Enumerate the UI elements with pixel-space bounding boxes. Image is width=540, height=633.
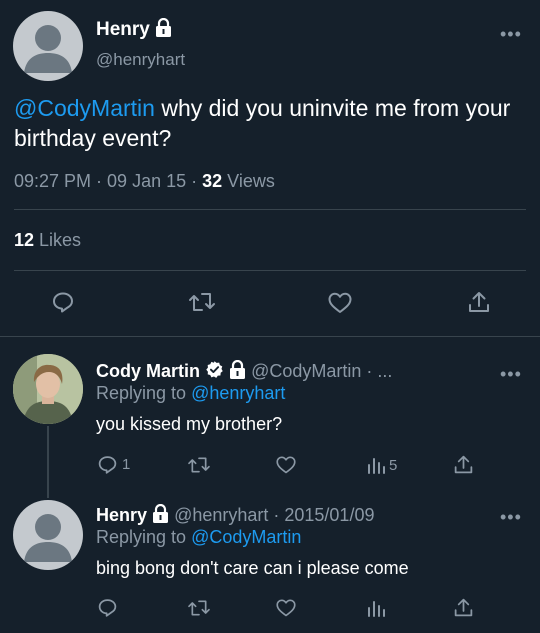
tweet-text: @CodyMartin why did you uninvite me from…: [14, 93, 530, 153]
divider: [14, 270, 526, 271]
author-row: Cody Martin @CodyMartin · ...: [96, 359, 392, 384]
more-icon[interactable]: •••: [500, 24, 522, 45]
reply-icon[interactable]: 1: [97, 454, 130, 475]
retweet-icon[interactable]: [188, 290, 216, 314]
replying-to: Replying to @CodyMartin: [96, 527, 301, 548]
share-icon[interactable]: [467, 290, 491, 314]
verified-icon: [205, 360, 224, 384]
share-icon[interactable]: [453, 597, 474, 618]
share-icon[interactable]: [453, 454, 474, 475]
author-row: Henry: [96, 17, 172, 43]
author-handle[interactable]: @CodyMartin · ...: [251, 361, 392, 381]
mention-link[interactable]: @henryhart: [191, 383, 285, 403]
like-icon[interactable]: [327, 291, 353, 315]
more-icon[interactable]: •••: [500, 364, 522, 385]
replying-prefix: Replying to: [96, 383, 192, 403]
more-icon[interactable]: •••: [500, 507, 522, 528]
avatar[interactable]: [13, 500, 83, 570]
likes-stat[interactable]: 12 Likes: [14, 230, 81, 251]
reply-icon[interactable]: [97, 597, 118, 618]
retweet-icon[interactable]: [187, 455, 211, 475]
like-icon[interactable]: [275, 598, 297, 618]
views-icon[interactable]: 5: [367, 455, 397, 475]
avatar[interactable]: [13, 354, 83, 424]
reply-icon[interactable]: [51, 290, 75, 314]
reply-count: 1: [122, 456, 131, 473]
mention-link[interactable]: @CodyMartin: [14, 95, 155, 121]
views-icon[interactable]: [367, 598, 385, 618]
views-count: 32: [202, 171, 223, 191]
tweet-text: bing bong don't care can i please come: [96, 558, 409, 578]
replying-to: Replying to @henryhart: [96, 383, 285, 404]
likes-label: Likes: [34, 230, 82, 250]
views-count: 5: [389, 456, 398, 474]
avatar[interactable]: [13, 11, 83, 81]
author-name[interactable]: Cody Martin: [96, 361, 200, 381]
author-name[interactable]: Henry: [96, 19, 150, 40]
divider: [14, 209, 526, 210]
author-name[interactable]: Henry: [96, 505, 147, 525]
retweet-icon[interactable]: [187, 598, 211, 618]
lock-icon: [229, 359, 246, 384]
likes-count: 12: [14, 230, 35, 250]
author-handle[interactable]: @henryhart: [96, 50, 185, 70]
author-handle[interactable]: @henryhart · 2015/01/09: [174, 505, 374, 525]
views-label: Views: [222, 171, 275, 191]
author-row: Henry @henryhart · 2015/01/09: [96, 503, 374, 528]
thread-connector: [47, 426, 49, 498]
lock-icon: [152, 503, 169, 528]
replying-prefix: Replying to: [96, 527, 192, 547]
tweet-meta: 09:27 PM · 09 Jan 15 · 32 Views: [14, 171, 275, 192]
mention-link[interactable]: @CodyMartin: [191, 527, 301, 547]
tweet-time[interactable]: 09:27 PM · 09 Jan 15 ·: [14, 171, 202, 191]
like-icon[interactable]: [275, 455, 297, 475]
divider: [0, 336, 540, 337]
lock-icon: [155, 17, 172, 43]
tweet-text: you kissed my brother?: [96, 414, 283, 434]
